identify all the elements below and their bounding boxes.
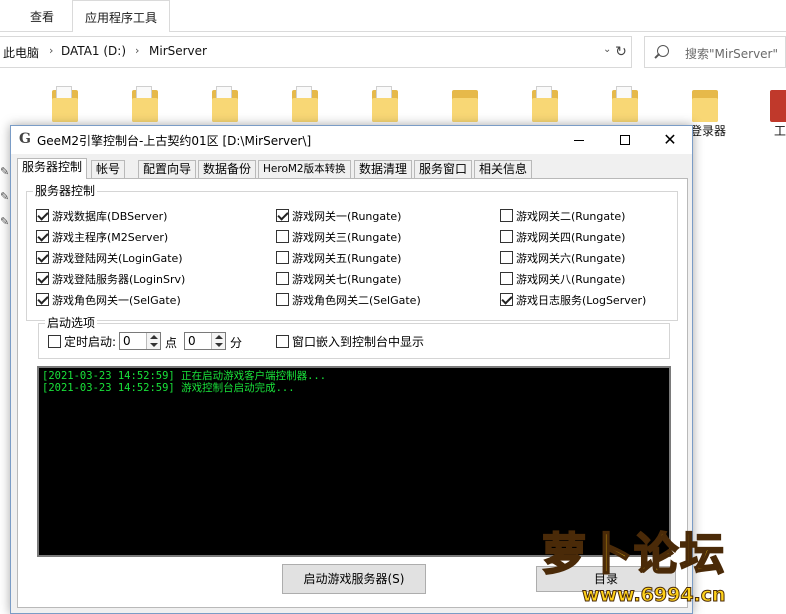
tab-service-window[interactable]: 服务窗口 — [414, 160, 473, 178]
refresh-icon[interactable]: ↻ — [610, 38, 632, 66]
checkbox-box[interactable] — [500, 272, 513, 285]
hour-stepper[interactable]: 0 — [119, 332, 161, 350]
tab-config-wizard[interactable]: 配置向导 — [138, 160, 197, 178]
log-line: [2021-03-23 14:52:59] 游戏控制台启动完成... — [42, 382, 295, 394]
checkbox-loginsrv[interactable]: 游戏登陆服务器(LoginSrv) — [36, 272, 185, 287]
watermark-text: 萝卜论坛 — [541, 528, 726, 581]
folder-icon[interactable] — [52, 86, 78, 122]
checkbox-box[interactable] — [276, 293, 289, 306]
checkbox-box[interactable] — [276, 335, 289, 348]
folder-icon[interactable] — [372, 86, 398, 122]
checkbox-rungate-7[interactable]: 游戏网关七(Rungate) — [276, 272, 401, 287]
folder-icon[interactable] — [612, 86, 638, 122]
minute-stepper[interactable]: 0 — [184, 332, 226, 350]
folder-label: 登录器 — [690, 124, 727, 138]
folder-icon[interactable] — [692, 86, 718, 122]
minute-unit-label: 分 — [230, 336, 243, 350]
tab-server-control[interactable]: 服务器控制 — [17, 158, 88, 179]
chevron-right-icon: › — [135, 44, 140, 57]
tab-related-info[interactable]: 相关信息 — [474, 160, 533, 178]
checkbox-box[interactable] — [36, 293, 49, 306]
chevron-down-icon[interactable] — [215, 343, 223, 347]
stepper-arrows[interactable] — [211, 333, 225, 349]
ribbon-tab-app-tools[interactable]: 应用程序工具 — [72, 0, 171, 32]
checkbox-box[interactable] — [36, 251, 49, 264]
stepper-arrows[interactable] — [146, 333, 160, 349]
search-icon — [657, 45, 669, 57]
start-game-server-button[interactable]: 启动游戏服务器(S) — [282, 564, 426, 594]
tab-data-backup[interactable]: 数据备份 — [198, 160, 257, 178]
group-title: 服务器控制 — [33, 184, 98, 198]
checkbox-rungate-1[interactable]: 游戏网关一(Rungate) — [276, 209, 401, 224]
checkbox-logserver[interactable]: 游戏日志服务(LogServer) — [500, 293, 646, 308]
maximize-icon — [620, 135, 630, 145]
pin-icon: ✎ — [0, 215, 10, 228]
address-box[interactable]: 此电脑 › DATA1 (D:) › MirServer ⌄ — [0, 36, 632, 68]
checkbox-rungate-3[interactable]: 游戏网关三(Rungate) — [276, 230, 401, 245]
ribbon-tab-view[interactable]: 查看 — [18, 4, 66, 32]
search-placeholder: 搜索"MirServer" — [685, 47, 779, 61]
checkbox-box[interactable] — [48, 335, 61, 348]
tab-data-cleanup[interactable]: 数据清理 — [354, 160, 413, 178]
chevron-down-icon[interactable] — [150, 343, 158, 347]
tab-herom2-convert[interactable]: HeroM2版本转换 — [258, 160, 351, 178]
watermark-url: www.6994.cn — [582, 584, 727, 607]
checkbox-m2server[interactable]: 游戏主程序(M2Server) — [36, 230, 168, 245]
checkbox-box[interactable] — [36, 230, 49, 243]
breadcrumb-drive[interactable]: DATA1 (D:) — [61, 44, 126, 58]
chevron-up-icon[interactable] — [215, 335, 223, 339]
checkbox-box[interactable] — [276, 230, 289, 243]
folder-icon[interactable] — [212, 86, 238, 122]
watermark-logo: 萝卜论坛 www.6994.cn — [536, 518, 786, 614]
folder-label: 工 — [774, 124, 786, 138]
breadcrumb-this-pc[interactable]: 此电脑 — [3, 44, 39, 61]
checkbox-rungate-6[interactable]: 游戏网关六(Rungate) — [500, 251, 625, 266]
checkbox-box[interactable] — [500, 209, 513, 222]
checkbox-rungate-2[interactable]: 游戏网关二(Rungate) — [500, 209, 625, 224]
minimize-button[interactable] — [556, 126, 602, 154]
checkbox-rungate-4[interactable]: 游戏网关四(Rungate) — [500, 230, 625, 245]
log-line: [2021-03-23 14:52:59] 正在启动游戏客户端控制器... — [42, 370, 327, 382]
checkbox-logingate[interactable]: 游戏登陆网关(LoginGate) — [36, 251, 183, 266]
close-icon: ✕ — [663, 130, 677, 149]
checkbox-box[interactable] — [500, 251, 513, 264]
search-input[interactable]: 搜索"MirServer" — [644, 36, 786, 68]
checkbox-embed-window[interactable]: 窗口嵌入到控制台中显示 — [276, 335, 424, 350]
app-icon[interactable] — [770, 86, 786, 122]
ribbon-tab-bar: 查看 应用程序工具 — [0, 0, 786, 32]
pin-icon: ✎ — [0, 190, 10, 203]
checkbox-box[interactable] — [276, 272, 289, 285]
checkbox-box[interactable] — [500, 293, 513, 306]
group-title: 启动选项 — [45, 316, 98, 330]
checkbox-box[interactable] — [36, 209, 49, 222]
minimize-icon — [574, 139, 584, 141]
checkbox-selgate-1[interactable]: 游戏角色网关一(SelGate) — [36, 293, 181, 308]
checkbox-box[interactable] — [36, 272, 49, 285]
checkbox-dbserver[interactable]: 游戏数据库(DBServer) — [36, 209, 167, 224]
folder-icon[interactable] — [132, 86, 158, 122]
hour-unit-label: 点 — [165, 336, 178, 350]
folder-icon[interactable] — [452, 86, 478, 122]
window-title: GeeM2引擎控制台-上古契约01区 [D:\MirServer\] — [37, 134, 312, 148]
checkbox-box[interactable] — [500, 230, 513, 243]
folder-icon[interactable] — [292, 86, 318, 122]
close-button[interactable]: ✕ — [647, 126, 693, 154]
checkbox-rungate-5[interactable]: 游戏网关五(Rungate) — [276, 251, 401, 266]
address-bar: 此电脑 › DATA1 (D:) › MirServer ⌄ ↻ 搜索"MirS… — [0, 36, 786, 68]
checkbox-selgate-2[interactable]: 游戏角色网关二(SelGate) — [276, 293, 421, 308]
checkbox-rungate-8[interactable]: 游戏网关八(Rungate) — [500, 272, 625, 287]
app-logo-icon: G — [19, 131, 31, 147]
pin-icon: ✎ — [0, 165, 10, 178]
checkbox-box[interactable] — [276, 251, 289, 264]
title-bar[interactable]: G GeeM2引擎控制台-上古契约01区 [D:\MirServer\] ✕ — [11, 126, 692, 154]
maximize-button[interactable] — [602, 126, 648, 154]
folder-icon[interactable] — [532, 86, 558, 122]
chevron-right-icon: › — [49, 44, 54, 57]
checkbox-box[interactable] — [276, 209, 289, 222]
checkbox-timed-start[interactable]: 定时启动: — [48, 335, 116, 350]
chevron-up-icon[interactable] — [150, 335, 158, 339]
breadcrumb-folder[interactable]: MirServer — [149, 44, 207, 58]
tab-account[interactable]: 帐号 — [91, 160, 126, 178]
